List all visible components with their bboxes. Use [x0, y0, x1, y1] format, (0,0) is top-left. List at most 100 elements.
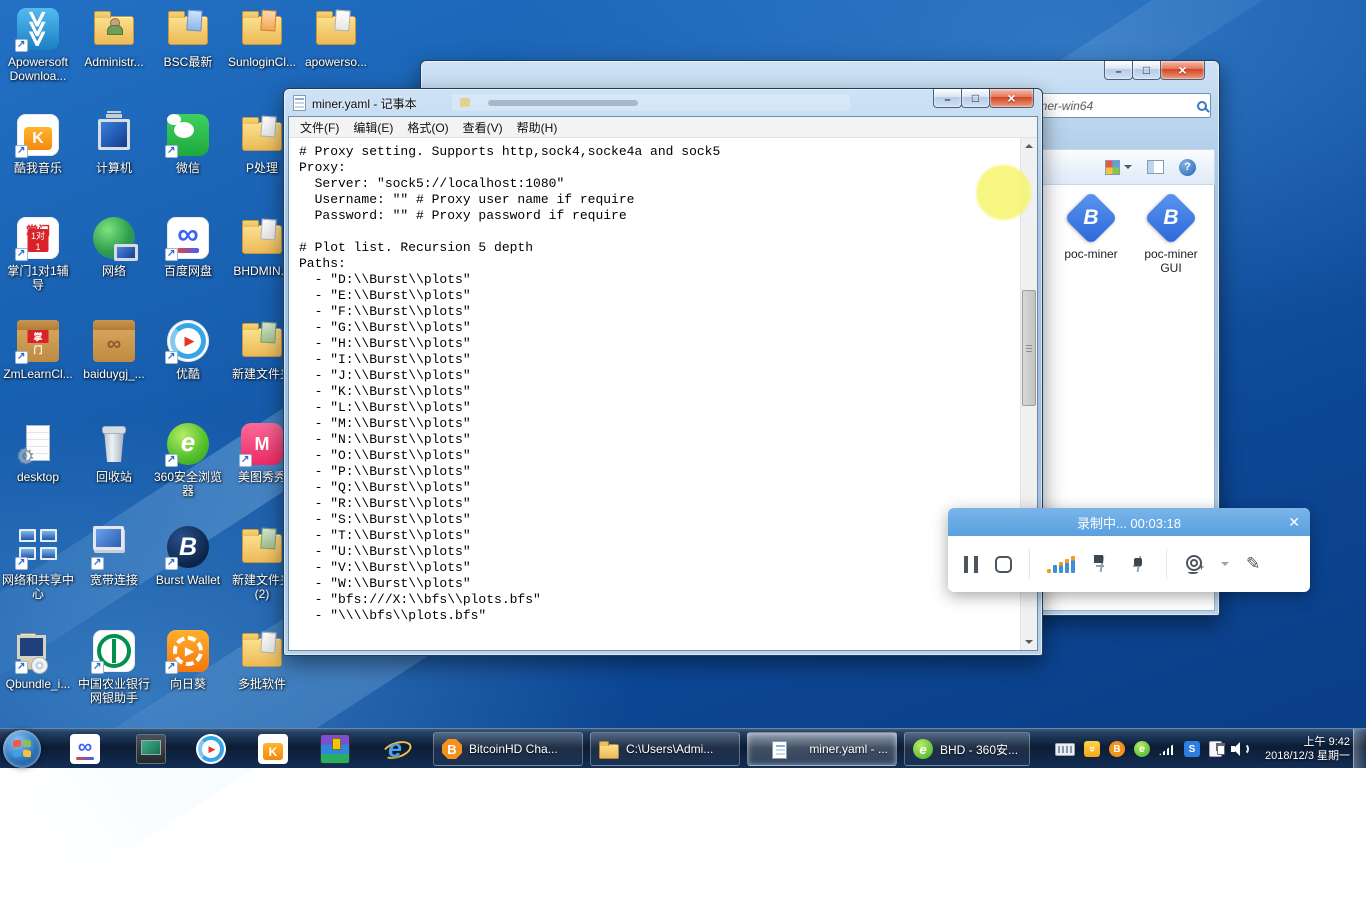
- desktop-icon-burst-wallet[interactable]: Burst Wallet: [152, 524, 224, 587]
- menu-format[interactable]: 格式(O): [400, 117, 455, 138]
- maximize-button[interactable]: [1132, 61, 1161, 80]
- desktop-icon-sunlogin[interactable]: SunloginCl...: [226, 6, 298, 69]
- minimize-button[interactable]: [1104, 61, 1133, 80]
- notepad-text-area[interactable]: # Proxy setting. Supports http,sock4,soc…: [289, 138, 1037, 650]
- tray-network-signal-icon[interactable]: [1159, 743, 1175, 755]
- tray-360-icon[interactable]: [1134, 741, 1150, 757]
- folder-icon: [599, 744, 619, 759]
- network-icon: [91, 215, 137, 261]
- preview-pane-button[interactable]: [1147, 160, 1164, 174]
- menu-edit[interactable]: 编辑(E): [346, 117, 400, 138]
- file-poc-miner-gui[interactable]: poc-miner GUI: [1132, 193, 1210, 275]
- tray-input-method-icon[interactable]: [1184, 741, 1200, 757]
- taskbar-kuwo-icon[interactable]: [258, 734, 288, 764]
- taskbar-baidu-netdisk-icon[interactable]: [70, 734, 100, 764]
- desktop-icon-label: 回收站: [78, 470, 150, 484]
- shortcut-arrow-icon: [165, 248, 178, 261]
- file-poc-miner[interactable]: poc-miner: [1052, 193, 1130, 261]
- new-folder-icon: [239, 318, 285, 364]
- desktop-icon-youku[interactable]: 优酷: [152, 318, 224, 381]
- tray-power-plug-icon[interactable]: [1209, 741, 1222, 757]
- views-button[interactable]: [1105, 160, 1132, 175]
- explorer-search-box[interactable]: [1029, 93, 1211, 118]
- menu-file[interactable]: 文件(F): [293, 117, 346, 138]
- help-icon[interactable]: ?: [1179, 159, 1196, 176]
- desktop-icon-desktop-file[interactable]: desktop: [2, 421, 74, 484]
- desktop-icon-label: 计算机: [78, 161, 150, 175]
- desktop-icon-label: 向日葵: [152, 677, 224, 691]
- baidu-box-icon: [91, 318, 137, 364]
- taskbar-remote-monitor-icon[interactable]: [136, 734, 166, 764]
- tray-speaker-icon[interactable]: [1231, 742, 1249, 756]
- pause-button[interactable]: [964, 556, 978, 573]
- desktop-icon-label: Qbundle_i...: [2, 677, 74, 691]
- desktop-icon-baidu-netdisk[interactable]: 百度网盘: [152, 215, 224, 278]
- show-desktop-button[interactable]: [1353, 729, 1366, 769]
- apowersoft-downloader-icon: [15, 6, 61, 52]
- close-button[interactable]: [989, 89, 1034, 108]
- desktop-icon-label: SunloginCl...: [226, 55, 298, 69]
- desktop-file-icon: [15, 421, 61, 467]
- minimize-button[interactable]: [933, 89, 962, 108]
- task-button-explorer[interactable]: C:\Users\Admi...: [590, 732, 740, 766]
- notepad-caption-buttons: [934, 89, 1034, 108]
- scrollbar-thumb[interactable]: [1022, 290, 1036, 406]
- desktop-icon-bsc[interactable]: BSC最新: [152, 6, 224, 69]
- search-icon: [1197, 101, 1207, 111]
- scroll-up-arrow[interactable]: [1021, 138, 1037, 154]
- desktop-icon-sunflower[interactable]: 向日葵: [152, 628, 224, 691]
- annotation-flag-button[interactable]: [1092, 554, 1112, 574]
- task-button-360-browser[interactable]: BHD - 360安...: [904, 732, 1030, 766]
- search-input[interactable]: [1036, 98, 1197, 114]
- desktop-icon-qbundle[interactable]: Qbundle_i...: [2, 628, 74, 691]
- taskbar-youku-icon[interactable]: [196, 734, 226, 764]
- desktop-icon-abc-bank[interactable]: 中国农业银行网银助手: [78, 628, 150, 705]
- tray-apowersoft-icon[interactable]: [1084, 741, 1100, 757]
- audio-level-meter[interactable]: [1047, 555, 1075, 573]
- poc-miner-app-icon: [1064, 191, 1118, 245]
- tray-clock[interactable]: 上午 9:42 2018/12/3 星期一: [1258, 735, 1350, 763]
- pencil-annotate-button[interactable]: ✎: [1246, 554, 1260, 574]
- shortcut-arrow-icon: [15, 39, 28, 52]
- desktop-icon-baiduygj[interactable]: baiduygj_...: [78, 318, 150, 381]
- menu-help[interactable]: 帮助(H): [510, 117, 565, 138]
- scroll-down-arrow[interactable]: [1021, 634, 1037, 650]
- close-icon[interactable]: ✕: [1288, 513, 1300, 531]
- menu-view[interactable]: 查看(V): [456, 117, 510, 138]
- desktop-icon-label: ZmLearnCl...: [2, 367, 74, 381]
- close-button[interactable]: [1160, 61, 1205, 80]
- notepad-icon: [772, 741, 787, 759]
- system-tray: 上午 9:42 2018/12/3 星期一: [1055, 729, 1350, 769]
- desktop-icon-zhangmen[interactable]: 掌门1对1辅导: [2, 215, 74, 292]
- desktop-icon-apowersoft-downloader[interactable]: Apowersoft Downloa...: [2, 6, 74, 83]
- taskbar-winrar-icon[interactable]: [320, 734, 350, 764]
- task-button-bitcoinhd[interactable]: BitcoinHD Cha...: [433, 732, 583, 766]
- desktop-icon-computer[interactable]: 计算机: [78, 112, 150, 175]
- desktop-icon-network[interactable]: 网络: [78, 215, 150, 278]
- desktop-icon-wechat[interactable]: 微信: [152, 112, 224, 175]
- notepad-text[interactable]: # Proxy setting. Supports http,sock4,soc…: [289, 138, 1037, 624]
- desktop-icon-kuwo[interactable]: 酷我音乐: [2, 112, 74, 175]
- annotation-marker-button[interactable]: [1129, 554, 1149, 574]
- desktop-icon-360-browser[interactable]: 360安全浏览器: [152, 421, 224, 498]
- chevron-down-icon[interactable]: [1221, 562, 1229, 570]
- webcam-button[interactable]: +: [1184, 554, 1204, 574]
- stop-button[interactable]: [995, 556, 1012, 573]
- desktop-icon-broadband[interactable]: 宽带连接: [78, 524, 150, 587]
- administrator-folder-icon: [91, 6, 137, 52]
- start-button[interactable]: [3, 730, 41, 768]
- tray-bitcoinhd-icon[interactable]: [1109, 741, 1125, 757]
- restore-button[interactable]: [961, 89, 990, 108]
- desktop-icon-apowersoft-folder[interactable]: apowerso...: [300, 6, 372, 69]
- desktop-icon-network-sharing[interactable]: 网络和共享中心: [2, 524, 74, 601]
- taskbar-ie-icon[interactable]: [380, 734, 410, 764]
- recorder-header[interactable]: 录制中... 00:03:18 ✕: [948, 508, 1310, 536]
- desktop-icon-zmlearn[interactable]: ZmLearnCl...: [2, 318, 74, 381]
- desktop-icon-administrator[interactable]: Administr...: [78, 6, 150, 69]
- tray-keyboard-icon[interactable]: [1055, 743, 1075, 756]
- desktop-icon-label: Apowersoft Downloa...: [2, 55, 74, 83]
- desktop-icon-recycle-bin[interactable]: 回收站: [78, 421, 150, 484]
- shortcut-arrow-icon: [165, 145, 178, 158]
- notepad-title-bar[interactable]: miner.yaml - 记事本: [284, 89, 1042, 116]
- task-button-notepad-active[interactable]: miner.yaml - ...: [747, 732, 897, 766]
